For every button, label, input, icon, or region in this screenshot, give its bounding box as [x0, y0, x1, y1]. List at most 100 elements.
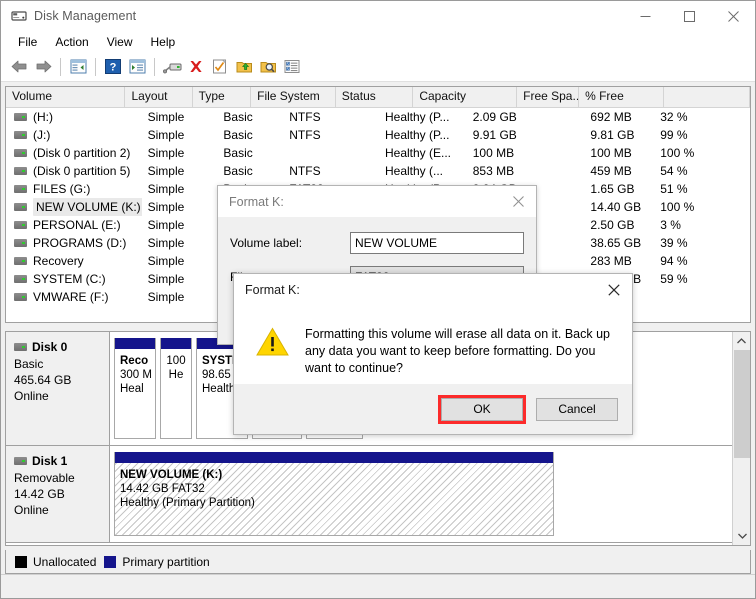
table-row[interactable]: (J:) Simple Basic NTFS Healthy (P... 9.91 GB 9… — [6, 126, 750, 144]
scroll-down-icon[interactable] — [733, 527, 750, 545]
show-hide-console-tree-icon[interactable] — [66, 55, 90, 79]
disk-pane-scrollbar[interactable] — [732, 332, 750, 545]
window-title: Disk Management — [34, 9, 137, 23]
help-icon[interactable]: ? — [101, 55, 125, 79]
partition-details: 100 He — [161, 349, 191, 438]
cell-volume-label: VMWARE (F:) — [33, 290, 109, 304]
cell-layout: Simple — [147, 128, 185, 142]
scrollbar-thumb[interactable] — [734, 350, 750, 458]
column-header-blank[interactable] — [663, 87, 750, 107]
disk-state: Online — [14, 389, 49, 403]
cell-percent: 94 % — [660, 254, 688, 268]
cell-layout: Simple — [147, 164, 185, 178]
column-header-file-system[interactable]: File System — [251, 87, 336, 107]
column-header-free-spa[interactable]: Free Spa... — [517, 87, 580, 107]
partition-color-bar — [115, 452, 553, 463]
cell-type: Basic — [223, 164, 253, 178]
minimize-button[interactable] — [623, 1, 667, 31]
volume-list-header: Volume Layout Type File System Status Capacit… — [6, 87, 750, 108]
partition-details: NEW VOLUME (K:) 14.42 GB FAT32 Healthy (Pr… — [115, 463, 553, 535]
back-icon[interactable] — [7, 55, 31, 79]
cell-status: Healthy (... — [384, 164, 444, 178]
cell-volume-label: (Disk 0 partition 5) — [33, 164, 131, 178]
toolbar: ? — [1, 52, 755, 82]
disk-icon — [14, 457, 27, 465]
drive-icon — [14, 239, 27, 247]
cell-volume-label: Recovery — [33, 254, 84, 268]
disk-type: Removable — [14, 471, 75, 485]
menu-action[interactable]: Action — [46, 33, 97, 51]
cell-type: Basic — [223, 128, 253, 142]
menu-help[interactable]: Help — [142, 33, 185, 51]
menu-view[interactable]: View — [98, 33, 142, 51]
partition-status: Heal — [120, 383, 144, 395]
properties-icon[interactable] — [160, 55, 184, 79]
cell-status: Healthy (P... — [384, 110, 450, 124]
table-row[interactable]: (H:) Simple Basic NTFS Healthy (P... 2.09 GB 6… — [6, 108, 750, 126]
cancel-button[interactable]: Cancel — [536, 397, 618, 421]
delete-icon[interactable] — [184, 55, 208, 79]
cell-volume-label: PROGRAMS (D:) — [33, 236, 127, 250]
column-header-status[interactable]: Status — [335, 87, 414, 107]
forward-icon[interactable] — [31, 55, 55, 79]
column-header-type[interactable]: Type — [192, 87, 252, 107]
cell-filesystem: NTFS — [289, 128, 321, 142]
confirm-dialog-title-bar: Format K: — [234, 274, 632, 305]
close-button[interactable] — [711, 1, 755, 31]
column-header-capacity[interactable]: Capacity — [413, 87, 518, 107]
partition-size: 100 — [166, 355, 186, 367]
volume-label-row: Volume label: NEW VOLUME — [230, 231, 524, 254]
search-folder-icon[interactable] — [256, 55, 280, 79]
cell-filesystem: NTFS — [289, 164, 321, 178]
warning-icon — [256, 327, 289, 357]
ok-button-highlight: OK — [438, 394, 526, 424]
maximize-button[interactable] — [667, 1, 711, 31]
partition-block[interactable]: Reco 300 M Heal — [114, 338, 156, 439]
cell-free: 1.65 GB — [590, 182, 635, 196]
confirm-dialog-close-button[interactable] — [596, 274, 632, 305]
window-controls — [623, 1, 755, 31]
cell-status: Healthy (P... — [384, 128, 450, 142]
disk-info-panel[interactable]: Disk 0 Basic 465.64 GB Online — [6, 332, 110, 446]
show-hide-action-pane-icon[interactable] — [125, 55, 149, 79]
rescan-disks-icon[interactable] — [232, 55, 256, 79]
cell-capacity: 2.09 GB — [472, 110, 517, 124]
list-view-icon[interactable] — [280, 55, 304, 79]
cell-type: Basic — [223, 110, 253, 124]
cell-percent: 99 % — [660, 128, 688, 142]
ok-button[interactable]: OK — [441, 397, 523, 421]
table-row[interactable]: (Disk 0 partition 2) Simple Basic Healthy (… — [6, 144, 750, 162]
confirm-dialog-body: Formatting this volume will erase all da… — [234, 305, 632, 384]
table-row[interactable]: (Disk 0 partition 5) Simple Basic NTFS Healt… — [6, 162, 750, 180]
partition-block[interactable]: 100 He — [160, 338, 192, 439]
partition-status: He — [168, 369, 184, 381]
title-bar: Disk Management — [1, 1, 755, 31]
cell-capacity: 853 MB — [472, 164, 515, 178]
disk-row-disk-1[interactable]: Disk 1 Removable 14.42 GB Online NEW VOLUME … — [6, 446, 732, 543]
partition-title: Reco — [120, 355, 149, 367]
menu-file[interactable]: File — [9, 33, 46, 51]
volume-label-input[interactable]: NEW VOLUME — [350, 231, 524, 254]
column-header-free[interactable]: % Free — [579, 87, 664, 107]
cell-layout: Simple — [147, 236, 185, 250]
disk-name: Disk 1 — [14, 453, 109, 469]
svg-text:?: ? — [110, 62, 117, 74]
legend-unallocated-swatch — [15, 555, 27, 568]
volume-label-caption: Volume label: — [230, 235, 303, 250]
cell-type: Basic — [223, 146, 253, 160]
cell-percent: 39 % — [660, 236, 688, 250]
column-header-volume[interactable]: Volume — [6, 87, 126, 107]
drive-icon — [14, 167, 27, 175]
disk-size: 14.42 GB — [14, 487, 65, 501]
disk-info-panel[interactable]: Disk 1 Removable 14.42 GB Online — [6, 446, 110, 543]
partition-block[interactable]: NEW VOLUME (K:) 14.42 GB FAT32 Healthy (Pr… — [114, 452, 554, 536]
cell-layout: Simple — [147, 218, 185, 232]
scroll-up-icon[interactable] — [733, 332, 750, 350]
column-header-layout[interactable]: Layout — [125, 87, 193, 107]
format-dialog-close-button[interactable] — [500, 186, 536, 217]
cell-volume: VMWARE (F:) — [6, 288, 142, 306]
refresh-icon[interactable] — [208, 55, 232, 79]
disk-state: Online — [14, 503, 49, 517]
drive-icon — [14, 131, 27, 139]
legend-unallocated: Unallocated — [15, 555, 96, 569]
